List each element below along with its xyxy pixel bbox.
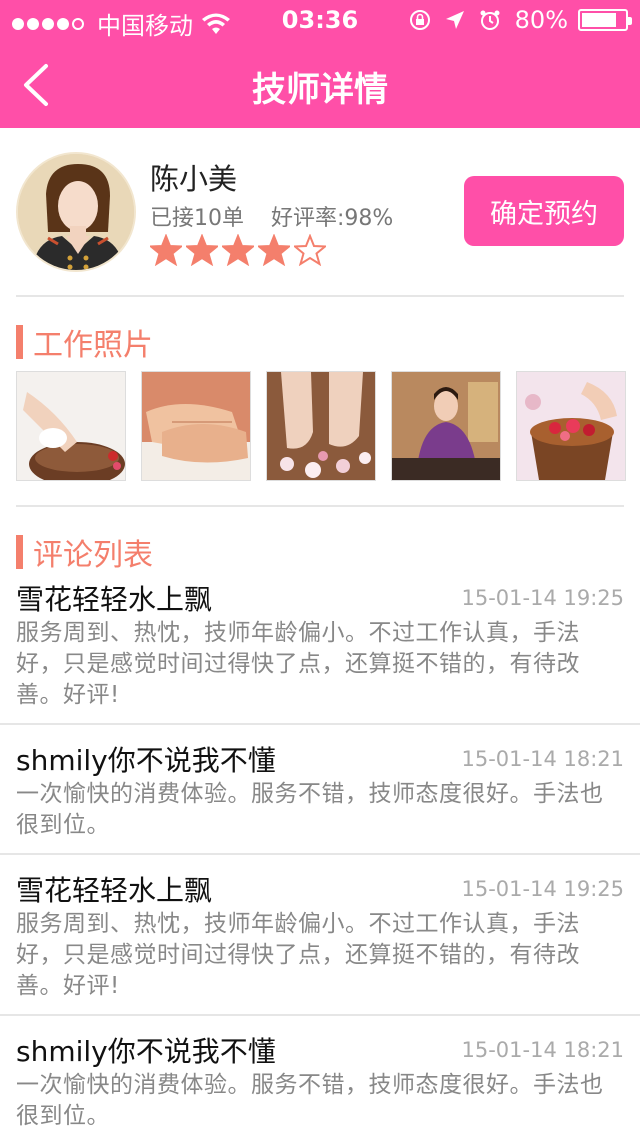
rose-bath-photo[interactable] bbox=[516, 371, 626, 481]
work-photos bbox=[16, 371, 626, 481]
comment-user: shmily你不说我不懂 bbox=[16, 1035, 276, 1068]
orders-count: 已接10单 bbox=[150, 206, 244, 231]
technician-stats: 已接10单 好评率:98% bbox=[150, 200, 393, 232]
foot-soak-photo[interactable] bbox=[16, 371, 126, 481]
star-empty-icon bbox=[294, 234, 326, 266]
status-bar: 中国移动 03:36 80% bbox=[0, 0, 640, 40]
positive-rate: 好评率:98% bbox=[271, 206, 394, 231]
divider bbox=[16, 295, 624, 297]
comment-user: shmily你不说我不懂 bbox=[16, 744, 276, 777]
battery-percent: 80% bbox=[514, 6, 568, 34]
comment-text: 服务周到、热忱，技师年龄偏小。不过工作认真，手法好，只是感觉时间过得快了点，还算… bbox=[16, 911, 580, 999]
comment-text: 一次愉快的消费体验。服务不错，技师态度很好。手法也很到位。 bbox=[16, 1072, 604, 1129]
status-right: 80% bbox=[409, 6, 632, 34]
comment-time: 15-01-14 19:25 bbox=[461, 586, 624, 610]
comments-heading: 评论列表 bbox=[16, 530, 153, 574]
comment-item: shmily你不说我不懂 15-01-14 18:21 一次愉快的消费体验。服务… bbox=[0, 1016, 640, 1136]
technician-photo[interactable] bbox=[391, 371, 501, 481]
comment-item: shmily你不说我不懂 15-01-14 18:21 一次愉快的消费体验。服务… bbox=[0, 725, 640, 855]
comment-list: 雪花轻轻水上飘 15-01-14 19:25 服务周到、热忱，技师年龄偏小。不过… bbox=[0, 574, 640, 1136]
star-filled-icon bbox=[258, 234, 290, 266]
location-arrow-icon bbox=[445, 11, 464, 29]
hand-massage-photo[interactable] bbox=[141, 371, 251, 481]
foot-petals-photo[interactable] bbox=[266, 371, 376, 481]
comment-text: 一次愉快的消费体验。服务不错，技师态度很好。手法也很到位。 bbox=[16, 781, 604, 838]
comment-user: 雪花轻轻水上飘 bbox=[16, 874, 213, 907]
technician-profile: 陈小美 已接10单 好评率:98% 确定预约 bbox=[0, 128, 640, 296]
divider bbox=[16, 505, 624, 507]
photos-heading-label: 工作照片 bbox=[33, 328, 153, 363]
photos-heading: 工作照片 bbox=[16, 320, 153, 364]
comment-time: 15-01-14 18:21 bbox=[461, 1038, 624, 1062]
rotation-lock-icon bbox=[409, 10, 430, 30]
nav-bar: 技师详情 bbox=[0, 40, 640, 128]
page-title: 技师详情 bbox=[252, 70, 388, 110]
technician-name: 陈小美 bbox=[150, 162, 238, 196]
star-filled-icon bbox=[186, 234, 218, 266]
star-rating bbox=[150, 234, 330, 266]
battery-icon bbox=[578, 9, 632, 31]
comment-user: 雪花轻轻水上飘 bbox=[16, 583, 213, 616]
heading-accent-bar bbox=[16, 535, 23, 569]
comments-heading-label: 评论列表 bbox=[33, 538, 153, 573]
comment-item: 雪花轻轻水上飘 15-01-14 19:25 服务周到、热忱，技师年龄偏小。不过… bbox=[0, 574, 640, 725]
comment-item: 雪花轻轻水上飘 15-01-14 19:25 服务周到、热忱，技师年龄偏小。不过… bbox=[0, 855, 640, 1016]
comment-time: 15-01-14 18:21 bbox=[461, 747, 624, 771]
avatar bbox=[16, 152, 136, 272]
star-filled-icon bbox=[222, 234, 254, 266]
comment-time: 15-01-14 19:25 bbox=[461, 877, 624, 901]
alarm-icon bbox=[480, 10, 500, 30]
book-button[interactable]: 确定预约 bbox=[464, 176, 624, 246]
heading-accent-bar bbox=[16, 325, 23, 359]
app-header: 中国移动 03:36 80% 技师详情 bbox=[0, 0, 640, 128]
star-filled-icon bbox=[150, 234, 182, 266]
comment-text: 服务周到、热忱，技师年龄偏小。不过工作认真，手法好，只是感觉时间过得快了点，还算… bbox=[16, 620, 580, 708]
